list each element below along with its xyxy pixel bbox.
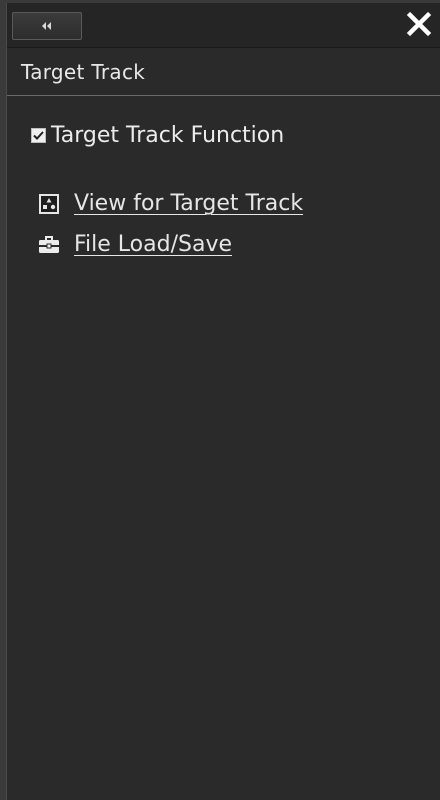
view-for-target-track-label: View for Target Track: [74, 191, 304, 216]
checkmark-icon: [33, 131, 44, 140]
toolbox-icon: [38, 234, 60, 256]
panel-title-row: Target Track: [7, 48, 440, 96]
view-for-target-track-link[interactable]: View for Target Track: [38, 191, 303, 216]
file-load-save-link[interactable]: File Load/Save: [38, 232, 232, 257]
panel-top-bar: [7, 3, 440, 48]
target-track-function-toggle[interactable]: Target Track Function: [31, 123, 284, 148]
target-track-function-checkbox[interactable]: [31, 128, 46, 143]
target-track-function-label: Target Track Function: [51, 123, 285, 148]
target-track-panel: Target Track Target Track Function View …: [6, 3, 440, 800]
file-load-save-label: File Load/Save: [74, 232, 232, 257]
close-button[interactable]: [399, 9, 439, 43]
close-x-icon: [406, 11, 432, 41]
target-view-icon: [38, 193, 60, 215]
double-chevron-left-icon: [41, 21, 53, 31]
collapse-panel-button[interactable]: [12, 12, 82, 40]
panel-title: Target Track: [21, 60, 146, 84]
